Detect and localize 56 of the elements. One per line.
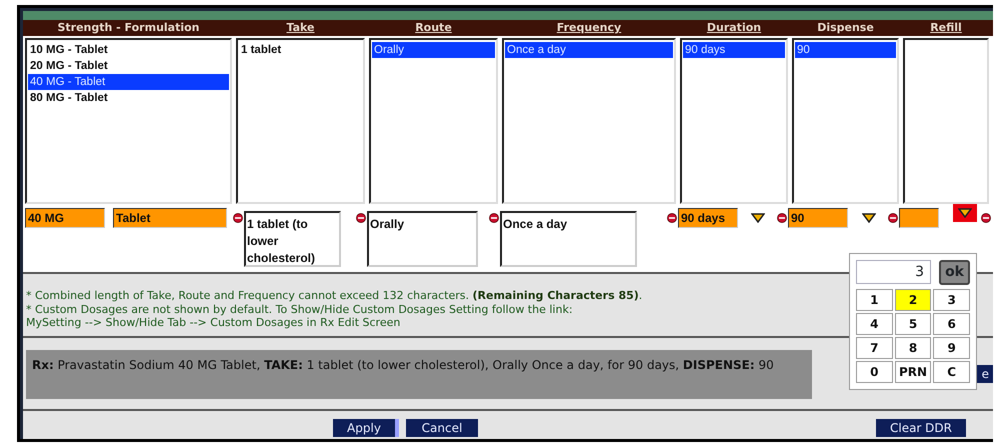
keypad-key[interactable]: 4 [856, 313, 893, 335]
rx-summary: Rx: Pravastatin Sodium 40 MG Tablet, TAKE: 1 tablet (to lower cholesterol), Orally Once a day, for 90 days, DISPENSE: 90 [26, 350, 812, 399]
list-item[interactable]: 80 MG - Tablet [28, 90, 229, 106]
column-header: Strength - Formulation [56, 20, 201, 36]
list-item[interactable]: Once a day [505, 42, 673, 58]
keypad-display[interactable]: 3 [856, 260, 932, 284]
ok-button[interactable]: ok [939, 260, 970, 285]
keypad-key[interactable]: 3 [933, 289, 970, 311]
column-header[interactable]: Route [367, 20, 500, 36]
dropdown-button[interactable] [953, 204, 977, 222]
remove-icon[interactable] [356, 213, 366, 223]
column-header[interactable]: Refill [901, 20, 991, 36]
keypad-key[interactable]: 1 [856, 289, 893, 311]
text-area[interactable]: Orally [367, 211, 478, 267]
note-text: * Combined length of Take, Route and Frequency cannot exceed 132 characters. (Remaining Characters 85). [26, 289, 642, 302]
input-field[interactable] [899, 208, 939, 228]
input-field[interactable]: Tablet [113, 208, 227, 228]
input-field[interactable]: 90 [788, 208, 848, 228]
remove-icon[interactable] [489, 213, 499, 223]
clear-button[interactable]: Clear DDR [876, 419, 966, 437]
list-item[interactable]: 90 days [683, 42, 785, 58]
caret-icon [958, 208, 972, 218]
action-button[interactable]: Cancel [406, 419, 478, 437]
keypad-key[interactable]: 0 [856, 361, 893, 383]
keypad-key[interactable]: 8 [894, 337, 932, 359]
column-header[interactable]: Duration [678, 20, 790, 36]
list-item[interactable]: 20 MG - Tablet [28, 58, 229, 74]
caret-icon[interactable] [862, 213, 876, 223]
keypad-key[interactable]: C [933, 361, 970, 383]
remove-icon[interactable] [233, 213, 243, 223]
keypad-key[interactable]: 7 [856, 337, 893, 359]
note-text: * Custom Dosages are not shown by default. To Show/Hide Custom Dosages Setting follow the link: [26, 302, 573, 316]
keypad-key[interactable]: PRN [894, 361, 932, 383]
text-area[interactable]: 1 tablet (to lower cholesterol) [244, 211, 341, 267]
settings-link[interactable]: MySetting --> Show/Hide Tab --> Custom Dosages in Rx Edit Screen [26, 316, 400, 330]
text-area[interactable]: Once a day [500, 211, 637, 267]
remove-icon[interactable] [981, 213, 991, 223]
list-item[interactable]: 1 tablet [239, 42, 362, 58]
column-header[interactable]: Frequency [500, 20, 678, 36]
action-button[interactable]: Apply [333, 419, 399, 437]
list-item[interactable]: 90 [795, 42, 896, 58]
list-item[interactable]: Orally [372, 42, 495, 58]
keypad-key[interactable]: 5 [894, 313, 932, 335]
keypad-key[interactable]: 6 [933, 313, 970, 335]
input-field[interactable]: 90 days [678, 208, 738, 228]
column-header: Dispense [816, 20, 875, 36]
list-item[interactable]: 10 MG - Tablet [28, 42, 229, 58]
remove-icon[interactable] [888, 213, 898, 223]
keypad-key[interactable]: 9 [933, 337, 970, 359]
input-field[interactable]: 40 MG [25, 208, 105, 228]
keypad-key[interactable]: 2 [894, 289, 932, 311]
list-item[interactable]: 40 MG - Tablet [28, 74, 229, 90]
remove-icon[interactable] [667, 213, 677, 223]
caret-icon[interactable] [751, 213, 765, 223]
column-header[interactable]: Take [234, 20, 367, 36]
remove-icon[interactable] [777, 213, 787, 223]
